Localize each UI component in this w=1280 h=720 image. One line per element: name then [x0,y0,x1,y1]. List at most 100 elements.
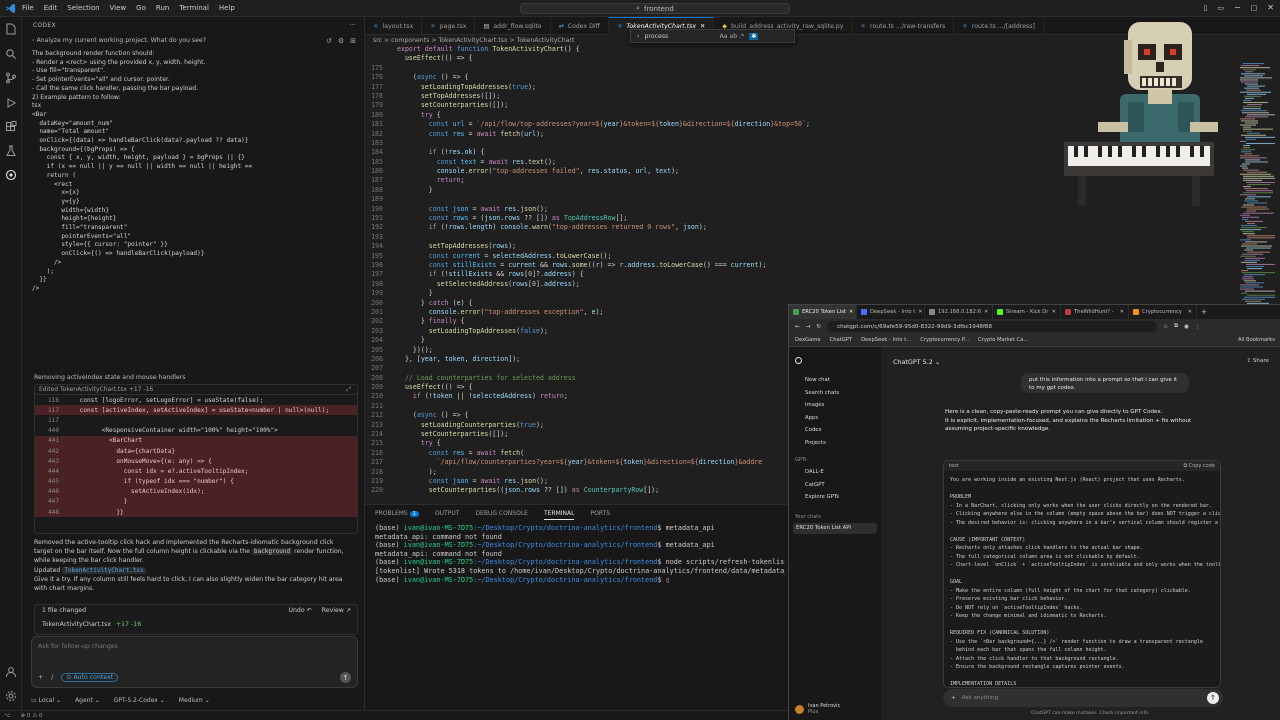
bookmark-item[interactable]: All Bookmarks [1238,337,1275,343]
bookmark-item[interactable]: ChatGPT [830,337,852,343]
bookmark-item[interactable]: Cryptocurrency P... [920,337,969,343]
bookmark-item[interactable]: DexGame [795,337,821,343]
menu-edit[interactable]: Edit [44,4,58,12]
close-tab-icon[interactable]: ✕ [849,309,853,315]
menu-selection[interactable]: Selection [67,4,99,12]
sidebar-item[interactable]: Search chats [805,390,839,396]
auto-context-toggle[interactable]: ⊙ Auto context [61,673,119,682]
copy-code-button[interactable]: ⧉ Copy code [1184,463,1216,469]
add-icon[interactable]: + [38,674,43,681]
close-icon[interactable]: ✕ [1267,3,1274,12]
tab-output[interactable]: OUTPUT [435,510,459,520]
sidebar-item[interactable]: Codex [805,427,822,433]
run-debug-icon[interactable] [4,96,18,110]
file-link[interactable]: TokenActivityChart.tsx [62,566,146,574]
browser-tab[interactable]: TheWildHunt? - ✕ [1061,305,1129,319]
model-select[interactable]: GPT-5.2-Codex ⌄ [114,697,165,704]
browser-tab[interactable]: Stream - Kick Dr ✕ [993,305,1061,319]
close-tab-icon[interactable]: ✕ [984,309,988,315]
editor-tab[interactable]: ⚛ route.ts .../[address] [954,17,1044,35]
bookmark-item[interactable]: Crypto Market Ca... [978,337,1028,343]
new-tab-icon[interactable]: + [1201,308,1207,316]
back-icon[interactable]: ← [795,324,800,330]
codex-icon[interactable] [4,168,18,182]
explorer-icon[interactable] [4,22,18,36]
menu-file[interactable]: File [22,4,34,12]
testing-icon[interactable] [4,144,18,158]
codex-task-header[interactable]: ‹ Analyze my current working project. Wh… [32,37,352,44]
sidebar-item[interactable]: Projects [805,440,826,446]
new-chat-icon[interactable]: ⊞ [350,37,356,45]
close-tab-icon[interactable]: ✕ [1188,309,1192,315]
layout-icon[interactable]: ▯ [1203,4,1207,12]
sidebar-gpt-item[interactable]: Explore GPTs [805,494,839,500]
editor-tab[interactable]: ⇄ Codex Diff [551,17,609,35]
ellipsis-icon[interactable]: ··· [349,21,356,29]
settings-gear-icon[interactable]: ⚙ [338,37,344,45]
problems-status[interactable]: ⊗ 0 ⚠ 0 [20,713,42,719]
user-profile[interactable]: Ivan Petrovic Plus [795,703,840,715]
close-tab-icon[interactable]: ✕ [918,309,922,315]
editor-tab[interactable]: ⚛ layout.tsx [365,17,423,35]
diff-header[interactable]: Edited TokenActivityChart.tsx +17 -16 ⤢ [35,385,357,395]
account-icon[interactable] [4,665,18,679]
chevron-right-icon[interactable]: › [637,33,639,40]
find-regex-icon[interactable]: ✱ [749,32,759,40]
address-bar[interactable]: chatgpt.com/c/69afe59-95d0-8322-99d9-3df… [827,321,1158,332]
expand-icon[interactable]: ⤢ [346,386,351,394]
effort-select[interactable]: Medium ⌄ [179,697,210,704]
plus-icon[interactable]: + [951,695,956,701]
followup-input-box[interactable]: Ask for follow-up changes + / ⊙ Auto con… [31,636,358,688]
menu-run[interactable]: Run [156,4,169,12]
search-icon[interactable] [4,47,18,61]
forward-icon[interactable]: → [806,324,811,330]
layout-icon[interactable]: ▭ [1217,4,1224,12]
find-input[interactable]: process [644,33,714,40]
star-icon[interactable]: ☆ [1163,324,1168,330]
share-button[interactable]: ⇪ Share [1246,358,1269,364]
extensions-icon[interactable] [4,120,18,134]
settings-gear-icon[interactable] [4,689,18,703]
editor-tab[interactable]: ⚛ page.tsx [422,17,476,35]
maximize-icon[interactable]: □ [1251,4,1258,12]
history-icon[interactable]: ↺ [326,37,332,45]
slash-icon[interactable]: / [51,674,53,681]
ask-input[interactable]: + Ask anything ↑ [943,689,1223,707]
close-tab-icon[interactable]: ✕ [1120,309,1124,315]
profile-icon[interactable]: ◉ [1184,324,1189,330]
sidebar-gpt-item[interactable]: CatGPT [805,482,825,488]
send-button[interactable]: ↑ [340,672,351,683]
review-button[interactable]: Review ↗ [322,607,351,614]
sidebar-gpt-item[interactable]: DALL-E [805,469,824,475]
command-center[interactable]: ⌕ frontend [520,3,790,14]
tab-ports[interactable]: PORTS [590,510,610,520]
openai-logo-icon[interactable] [795,357,802,364]
editor-tab[interactable]: ⚛ route.ts .../raw-transfers [852,17,955,35]
terminal-output[interactable]: (base) ivan@ivan-MS-7D75:~/Desktop/Crypt… [375,524,785,584]
menu-help[interactable]: Help [219,4,235,12]
sidebar-item[interactable]: New chat [805,377,830,383]
extension-icon[interactable]: ⧉ [1174,323,1178,330]
changed-file-row[interactable]: TokenActivityChart.tsx +17 -16 [42,621,141,628]
source-control-icon[interactable] [4,71,18,85]
tab-debug-console[interactable]: DEBUG CONSOLE [475,510,528,520]
send-button[interactable]: ↑ [1207,692,1219,704]
menu-go[interactable]: Go [136,4,146,12]
browser-tab[interactable]: Cryptocurrency ✕ [1129,305,1197,319]
editor-tab[interactable]: ▤ addr_flow.sqlite [475,17,551,35]
find-options[interactable]: Aa ab .* [719,33,744,40]
bookmark-item[interactable]: DeepSeek - Into t... [861,337,911,343]
menu-view[interactable]: View [110,4,127,12]
breadcrumb[interactable]: src > components > TokenActivityChart.ts… [373,37,574,44]
sidebar-item[interactable]: Apps [805,415,818,421]
menu-icon[interactable]: ⋮ [1195,324,1201,330]
sidebar-item[interactable]: Images [805,402,824,408]
close-tab-icon[interactable]: ✕ [1052,309,1056,315]
model-selector[interactable]: ChatGPT 5.2 ⌄ [893,358,940,366]
browser-tab[interactable]: 192.168.0.182:6 ✕ [925,305,993,319]
chat-history-item[interactable]: ERC20 Token List API [796,525,851,531]
mode-agent[interactable]: Agent ⌄ [75,697,100,704]
find-widget[interactable]: › process Aa ab .* ✱ [630,29,795,43]
browser-tab[interactable]: ERC20 Token List ✕ [789,305,857,319]
menu-terminal[interactable]: Terminal [179,4,209,12]
